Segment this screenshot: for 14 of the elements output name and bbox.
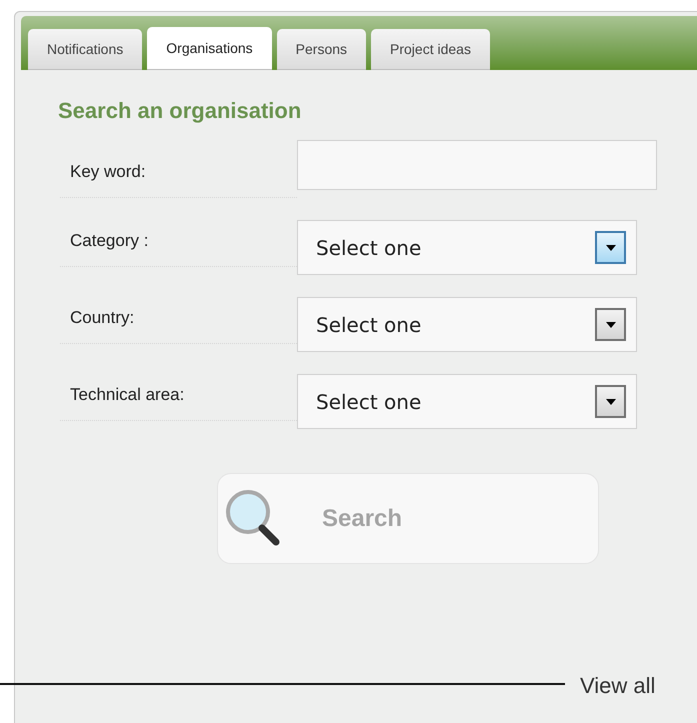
field-label: Category :	[70, 231, 148, 250]
field-label: Key word:	[70, 162, 146, 181]
select-dropdown[interactable]: Select one	[297, 374, 637, 429]
view-all-link[interactable]: View all	[580, 669, 656, 702]
keyword-input-field[interactable]	[297, 140, 657, 190]
tab[interactable]: Project ideas	[371, 29, 490, 70]
select-dropdown[interactable]: Select one	[297, 220, 637, 275]
tab[interactable]: Organisations	[147, 27, 272, 70]
tab[interactable]: Notifications	[28, 29, 142, 70]
select-dropdown[interactable]: Select one	[297, 297, 637, 352]
section-heading: Search an organisation	[58, 97, 302, 125]
tab[interactable]: Persons	[276, 29, 366, 70]
field-label: Technical area:	[70, 385, 184, 404]
field-label: Country:	[70, 308, 134, 327]
